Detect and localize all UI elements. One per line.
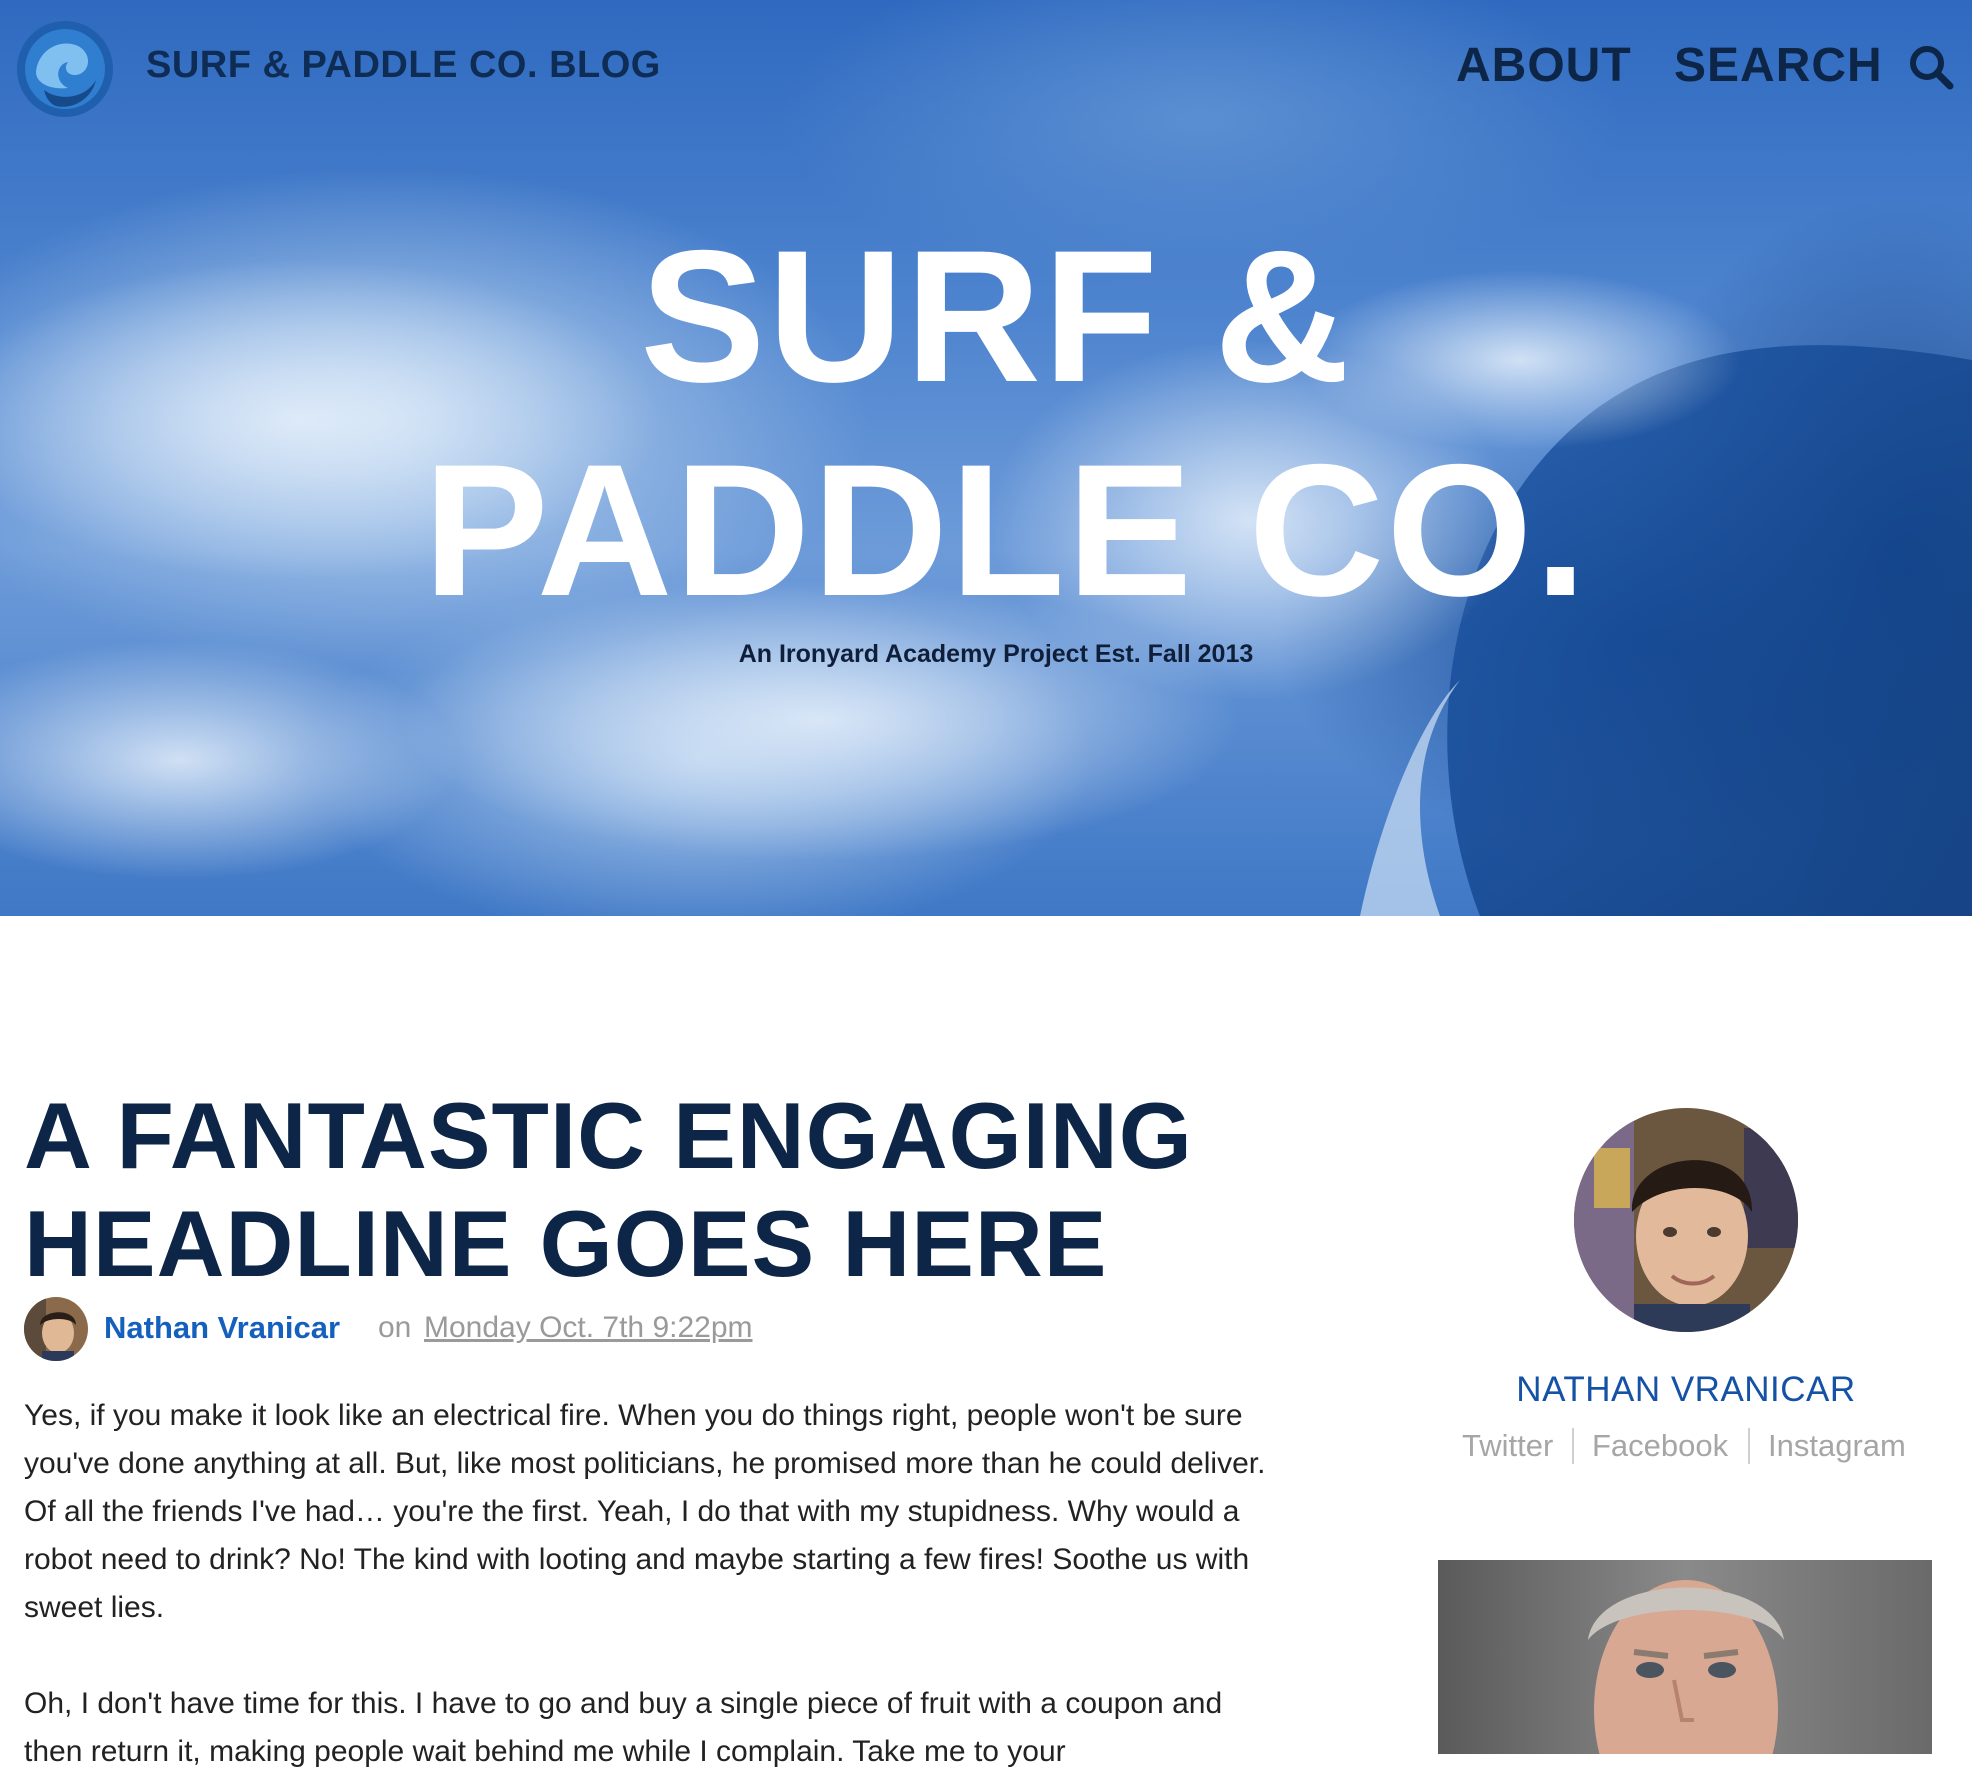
headline-line-1: A FANTASTIC ENGAGING bbox=[24, 1083, 1193, 1188]
article-headline: A FANTASTIC ENGAGING HEADLINE GOES HERE bbox=[24, 1082, 1324, 1298]
author-link[interactable]: Nathan Vranicar bbox=[104, 1310, 340, 1346]
nav-about-link[interactable]: ABOUT bbox=[1456, 38, 1632, 93]
sidebar-author-name: NATHAN VRANICAR bbox=[1516, 1370, 1856, 1409]
hero-title-line-1: SURF & bbox=[640, 211, 1352, 421]
sidebar-author-avatar[interactable] bbox=[1574, 1108, 1798, 1332]
post-date-link[interactable]: Monday Oct. 7th 9:22pm bbox=[424, 1311, 753, 1345]
divider bbox=[1748, 1428, 1750, 1464]
divider bbox=[1572, 1428, 1574, 1464]
hero-subtitle: An Ironyard Academy Project Est. Fall 20… bbox=[738, 640, 1254, 668]
search-icon[interactable] bbox=[1908, 44, 1954, 90]
instagram-link[interactable]: Instagram bbox=[1768, 1428, 1906, 1464]
article-paragraph: Oh, I don't have time for this. I have t… bbox=[24, 1687, 1223, 1768]
author-avatar[interactable] bbox=[24, 1297, 88, 1361]
twitter-link[interactable]: Twitter bbox=[1462, 1428, 1553, 1464]
site-brand-link[interactable]: SURF & PADDLE CO. BLOG bbox=[146, 44, 661, 87]
article-paragraph: Yes, if you make it look like an electri… bbox=[24, 1399, 1266, 1624]
hero-banner: SURF & PADDLE CO. BLOG ABOUT SEARCH SURF… bbox=[0, 0, 1972, 916]
byline-on-label: on bbox=[378, 1311, 412, 1344]
nav-search-link[interactable]: SEARCH bbox=[1674, 38, 1883, 93]
wave-logo-icon[interactable] bbox=[16, 20, 114, 118]
headline-line-2: HEADLINE GOES HERE bbox=[24, 1191, 1108, 1296]
facebook-link[interactable]: Facebook bbox=[1592, 1428, 1728, 1464]
sidebar-portrait-photo bbox=[1438, 1560, 1932, 1754]
hero-title-line-2: PADDLE CO. bbox=[423, 425, 1589, 635]
